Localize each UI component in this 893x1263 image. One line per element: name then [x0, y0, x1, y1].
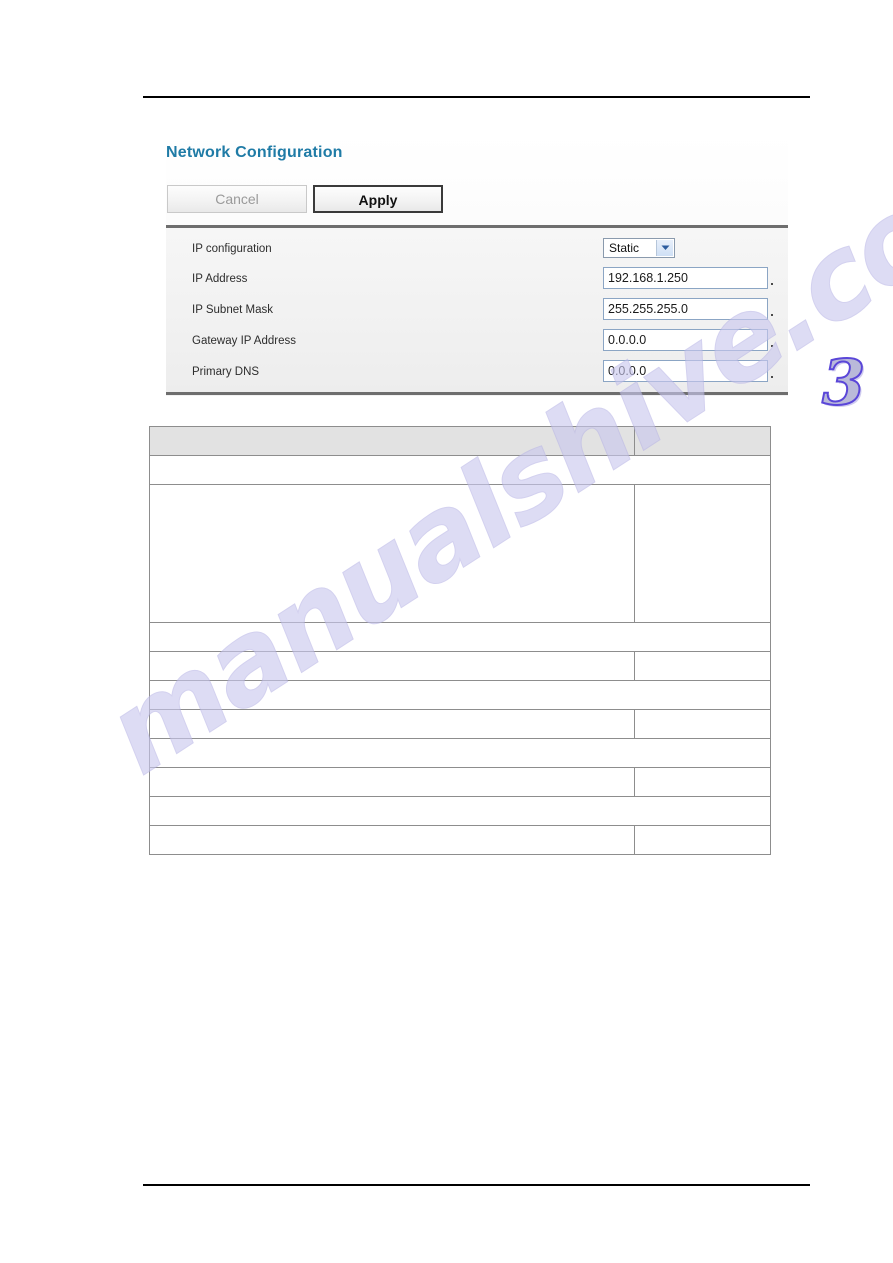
table-header-row [149, 426, 771, 456]
table-cell-a [149, 709, 635, 739]
form-bottom-divider [166, 392, 788, 395]
ip-configuration-select[interactable]: Static [603, 238, 675, 258]
table-row [149, 455, 771, 485]
gateway-ip-address-input[interactable] [603, 329, 768, 351]
table-header-cell-b [634, 426, 771, 456]
table-cell-a [149, 651, 635, 681]
table-cell-b [634, 825, 771, 855]
table-cell-full [149, 738, 771, 768]
network-configuration-screenshot: Network Configuration Cancel Apply IP co… [166, 133, 788, 396]
form-row-ip-subnet-mask: IP Subnet Mask [166, 297, 788, 327]
table-row [149, 651, 771, 681]
table-row [149, 709, 771, 739]
table-row [149, 767, 771, 797]
table-cell-b [634, 709, 771, 739]
manual-page: manualshive.com 3 Network Configuration … [0, 0, 893, 1263]
table-cell-b [634, 484, 771, 623]
label-ip-configuration: IP configuration [192, 243, 272, 255]
table-row [149, 680, 771, 710]
table-header-cell-a [149, 426, 635, 456]
table-row [149, 796, 771, 826]
field-marker-dot [771, 376, 773, 378]
field-marker-dot [771, 345, 773, 347]
label-gateway-ip-address: Gateway IP Address [192, 335, 296, 347]
table-cell-full [149, 796, 771, 826]
table-row [149, 622, 771, 652]
primary-dns-input[interactable] [603, 360, 768, 382]
table-cell-full [149, 622, 771, 652]
table-row [149, 484, 771, 623]
form-row-ip-configuration: IP configuration Static [166, 236, 788, 266]
apply-button[interactable]: Apply [313, 185, 443, 213]
header-rule [143, 96, 810, 98]
label-ip-subnet-mask: IP Subnet Mask [192, 304, 273, 316]
caption-table-head [149, 426, 771, 456]
page-title: Network Configuration [166, 144, 343, 161]
chapter-number: 3 [821, 346, 866, 419]
form-row-primary-dns: Primary DNS [166, 359, 788, 389]
ip-configuration-value: Static [609, 241, 640, 255]
table-row [149, 738, 771, 768]
table-cell-full [149, 455, 771, 485]
ip-address-input[interactable] [603, 267, 768, 289]
ip-subnet-mask-input[interactable] [603, 298, 768, 320]
table-cell-b [634, 767, 771, 797]
footer-rule [143, 1184, 810, 1186]
chevron-down-icon[interactable] [656, 240, 673, 256]
table-cell-a [149, 767, 635, 797]
form-row-ip-address: IP Address [166, 266, 788, 296]
table-cell-full [149, 680, 771, 710]
cancel-button[interactable]: Cancel [167, 185, 307, 213]
field-marker-dot [771, 283, 773, 285]
label-primary-dns: Primary DNS [192, 366, 260, 378]
table-cell-b [634, 651, 771, 681]
label-ip-address: IP Address [192, 273, 248, 285]
caption-table [149, 426, 771, 855]
table-row [149, 825, 771, 855]
caption-table-body [149, 455, 771, 855]
form-row-gateway-ip-address: Gateway IP Address [166, 328, 788, 358]
table-cell-a [149, 484, 635, 623]
field-marker-dot [771, 314, 773, 316]
network-form: IP configuration Static IP Address IP Su… [166, 228, 788, 392]
table-cell-a [149, 825, 635, 855]
